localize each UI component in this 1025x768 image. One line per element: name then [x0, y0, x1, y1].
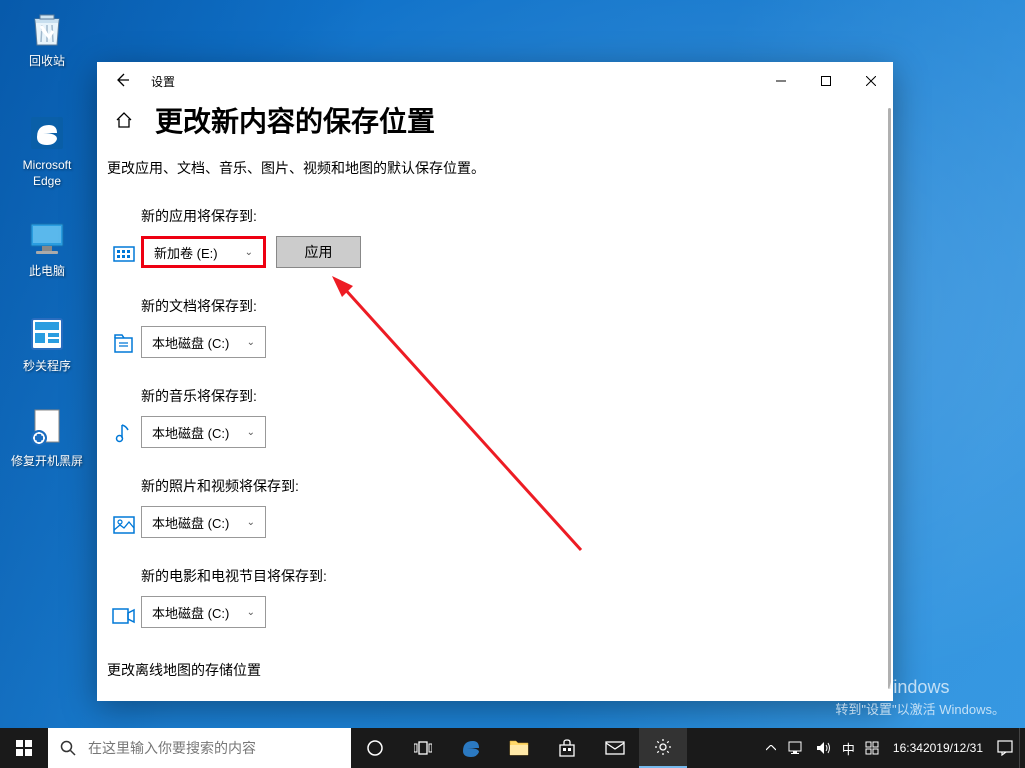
- search-icon: [60, 740, 76, 756]
- setting-movies: 新的电影和电视节目将保存到: 本地磁盘 (C:) ⌄: [107, 566, 869, 628]
- maps-link[interactable]: 更改离线地图的存储位置: [107, 660, 869, 680]
- system-tray: 中 16:34 2019/12/31: [760, 728, 1025, 768]
- tray-network[interactable]: [782, 728, 810, 768]
- cortana-button[interactable]: [351, 728, 399, 768]
- tray-expand[interactable]: [760, 728, 782, 768]
- apps-icon: [107, 246, 141, 264]
- setting-photos: 新的照片和视频将保存到: 本地磁盘 (C:) ⌄: [107, 476, 869, 538]
- desktop-icon-label: 修复开机黑屏: [10, 454, 84, 470]
- desktop-icon-label: 回收站: [10, 54, 84, 70]
- desktop-icon-label: 此电脑: [10, 264, 84, 280]
- search-placeholder: 在这里输入你要搜索的内容: [88, 738, 256, 758]
- taskbar: 在这里输入你要搜索的内容 中 16:34 2019/12/31: [0, 728, 1025, 768]
- video-icon: [107, 608, 141, 624]
- setting-label: 新的音乐将保存到:: [141, 386, 266, 406]
- desktop-icon-label: 秒关程序: [10, 359, 84, 375]
- tray-ime-toggle[interactable]: [859, 728, 885, 768]
- recycle-bin-icon: [26, 8, 68, 50]
- action-center[interactable]: [991, 728, 1019, 768]
- dropdown-value: 本地磁盘 (C:): [152, 513, 229, 532]
- close-button[interactable]: [848, 66, 893, 96]
- setting-label: 新的照片和视频将保存到:: [141, 476, 299, 496]
- desktop-icon-edge[interactable]: Microsoft Edge: [10, 112, 84, 189]
- clock-date: 2019/12/31: [923, 740, 983, 756]
- titlebar: 设置: [97, 62, 893, 100]
- minimize-button[interactable]: [758, 66, 803, 96]
- docs-dropdown[interactable]: 本地磁盘 (C:) ⌄: [141, 326, 266, 358]
- chevron-down-icon: ⌄: [247, 337, 255, 348]
- chevron-down-icon: ⌄: [245, 247, 253, 258]
- photos-dropdown[interactable]: 本地磁盘 (C:) ⌄: [141, 506, 266, 538]
- music-icon: [107, 422, 141, 444]
- tray-ime[interactable]: 中: [838, 728, 859, 768]
- search-input[interactable]: 在这里输入你要搜索的内容: [48, 728, 351, 768]
- desktop-icon-recycle[interactable]: 回收站: [10, 8, 84, 70]
- setting-label: 新的文档将保存到:: [141, 296, 266, 316]
- document-icon: [107, 334, 141, 354]
- dropdown-value: 本地磁盘 (C:): [152, 603, 229, 622]
- repair-icon: [26, 408, 68, 450]
- taskbar-mail[interactable]: [591, 728, 639, 768]
- desktop-icon-pc[interactable]: 此电脑: [10, 218, 84, 280]
- desktop-icon-program[interactable]: 秒关程序: [10, 313, 84, 375]
- tray-volume[interactable]: [810, 728, 838, 768]
- maximize-button[interactable]: [803, 66, 848, 96]
- setting-apps: 新的应用将保存到: 新加卷 (E:) ⌄ 应用: [107, 206, 869, 268]
- dropdown-value: 本地磁盘 (C:): [152, 333, 229, 352]
- taskbar-store[interactable]: [543, 728, 591, 768]
- taskbar-settings[interactable]: [639, 728, 687, 768]
- photo-icon: [107, 516, 141, 534]
- window-title: 设置: [151, 73, 758, 90]
- apply-button[interactable]: 应用: [276, 236, 361, 268]
- setting-docs: 新的文档将保存到: 本地磁盘 (C:) ⌄: [107, 296, 869, 358]
- dropdown-value: 新加卷 (E:): [154, 243, 218, 262]
- desktop-icon-repair[interactable]: 修复开机黑屏: [10, 408, 84, 470]
- taskbar-edge[interactable]: [447, 728, 495, 768]
- show-desktop[interactable]: [1019, 728, 1025, 768]
- chevron-down-icon: ⌄: [247, 607, 255, 618]
- taskview-button[interactable]: [399, 728, 447, 768]
- page-title: 更改新内容的保存位置: [155, 100, 435, 140]
- page-subtitle: 更改应用、文档、音乐、图片、视频和地图的默认保存位置。: [107, 158, 869, 178]
- tray-clock[interactable]: 16:34 2019/12/31: [885, 728, 991, 768]
- back-button[interactable]: [113, 71, 133, 91]
- setting-music: 新的音乐将保存到: 本地磁盘 (C:) ⌄: [107, 386, 869, 448]
- apps-dropdown[interactable]: 新加卷 (E:) ⌄: [141, 236, 266, 268]
- setting-label: 新的电影和电视节目将保存到:: [141, 566, 327, 586]
- setting-label: 新的应用将保存到:: [141, 206, 266, 226]
- dropdown-value: 本地磁盘 (C:): [152, 423, 229, 442]
- chevron-down-icon: ⌄: [247, 427, 255, 438]
- desktop: 回收站 Microsoft Edge 此电脑 秒关程序 修复开机黑屏 设置: [0, 0, 1025, 768]
- vertical-scrollbar[interactable]: [888, 108, 891, 689]
- computer-icon: [26, 218, 68, 260]
- watermark-line2: 转到"设置"以激活 Windows。: [835, 699, 1005, 718]
- settings-content: 更改新内容的保存位置 更改应用、文档、音乐、图片、视频和地图的默认保存位置。 新…: [97, 100, 893, 701]
- start-button[interactable]: [0, 728, 48, 768]
- settings-window: 设置 更改新内容的保存位置 更改应用、文档、音乐、图片、视频和地图的默认保存位置…: [97, 62, 893, 701]
- clock-time: 16:34: [893, 740, 923, 756]
- desktop-icon-label: Microsoft Edge: [10, 158, 84, 189]
- music-dropdown[interactable]: 本地磁盘 (C:) ⌄: [141, 416, 266, 448]
- movies-dropdown[interactable]: 本地磁盘 (C:) ⌄: [141, 596, 266, 628]
- chevron-down-icon: ⌄: [247, 517, 255, 528]
- taskbar-explorer[interactable]: [495, 728, 543, 768]
- edge-icon: [26, 112, 68, 154]
- program-icon: [26, 313, 68, 355]
- home-icon[interactable]: [107, 111, 141, 129]
